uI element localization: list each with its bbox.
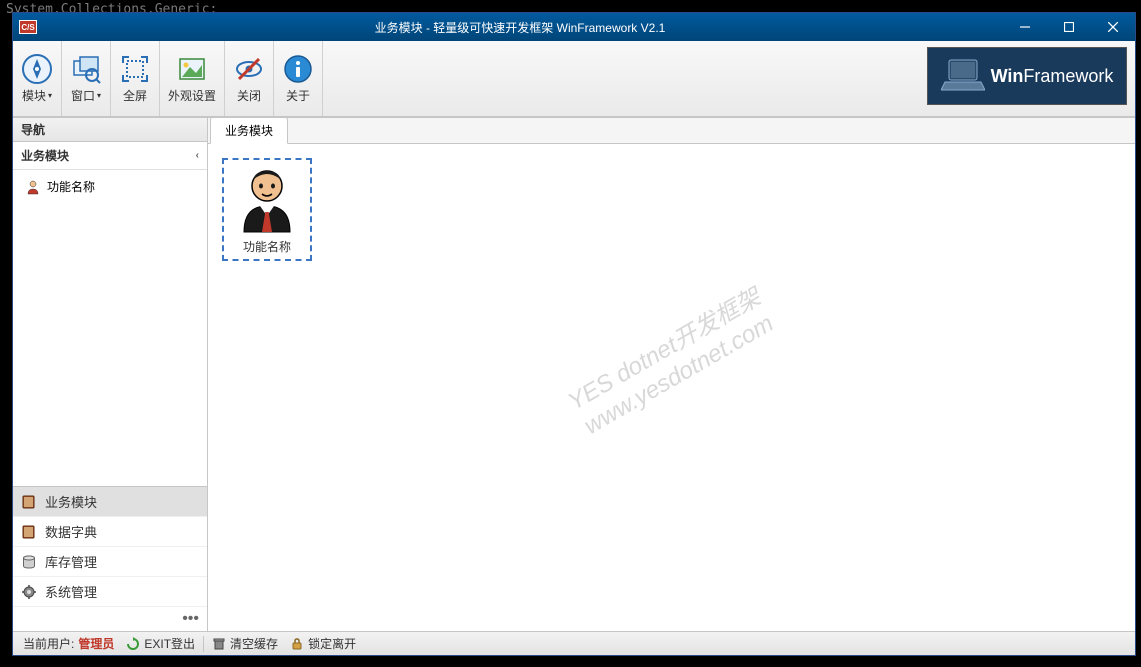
nav-section-label: 业务模块 <box>21 147 69 164</box>
app-window: C/S 业务模块 - 轻量级可快速开发框架 WinFramework V2.1 … <box>12 12 1136 656</box>
status-user-value: 管理员 <box>78 635 114 652</box>
nav-cat-business[interactable]: 业务模块 <box>13 487 207 517</box>
module-card-function[interactable]: 功能名称 <box>222 158 312 261</box>
laptop-icon <box>941 56 985 96</box>
logo-prefix: Win <box>991 66 1024 86</box>
logo-suffix: Framework <box>1023 66 1113 86</box>
chevron-down-icon: ▾ <box>97 91 101 100</box>
app-icon: C/S <box>19 20 37 34</box>
book-icon <box>21 494 37 510</box>
nav-header: 导航 <box>13 118 207 142</box>
minimize-icon <box>1020 22 1030 32</box>
nav-categories: 业务模块 数据字典 库存管理 系统管理 ••• <box>13 486 207 631</box>
tab-strip: 业务模块 <box>208 118 1135 144</box>
chevron-down-icon: ▾ <box>48 91 52 100</box>
ribbon-window-button[interactable]: 窗口▾ <box>62 41 111 116</box>
nav-section-header[interactable]: 业务模块 ‹ <box>13 142 207 170</box>
status-exit-login[interactable]: EXIT登出 <box>120 635 201 652</box>
ribbon-appearance-label: 外观设置 <box>168 87 216 104</box>
status-user-label: 当前用户: <box>23 635 74 652</box>
status-clear-cache[interactable]: 清空缓存 <box>206 635 284 652</box>
chevron-left-icon: ‹ <box>196 150 199 161</box>
picture-icon <box>176 53 208 85</box>
close-window-button[interactable] <box>1091 13 1135 41</box>
nav-cat-label: 系统管理 <box>45 582 97 601</box>
status-exit-label: EXIT登出 <box>144 635 195 652</box>
status-cache-label: 清空缓存 <box>230 635 278 652</box>
nav-cat-dictionary[interactable]: 数据字典 <box>13 517 207 547</box>
tree-item-label: 功能名称 <box>47 178 95 195</box>
ribbon-close-button[interactable]: 关闭 <box>225 41 274 116</box>
database-icon <box>21 554 37 570</box>
watermark-text: YES dotnet开发框架 www.yesdotnet.com <box>563 284 780 443</box>
info-icon <box>282 53 314 85</box>
close-icon <box>1108 22 1118 32</box>
ribbon-fullscreen-button[interactable]: 全屏 <box>111 41 160 116</box>
trash-icon <box>212 637 226 651</box>
ribbon-module-label: 模块 <box>22 87 46 104</box>
status-lock-leave[interactable]: 锁定离开 <box>284 635 362 652</box>
refresh-icon <box>126 637 140 651</box>
lock-icon <box>290 637 304 651</box>
brand-logo: WinFramework <box>927 47 1127 105</box>
person-large-icon <box>232 164 302 234</box>
ribbon-module-button[interactable]: 模块▾ <box>13 41 62 116</box>
status-current-user: 当前用户: 管理员 <box>17 635 120 652</box>
nav-cat-label: 业务模块 <box>45 492 97 511</box>
tree-item-function[interactable]: 功能名称 <box>17 174 203 199</box>
compass-icon <box>21 53 53 85</box>
windows-icon <box>70 53 102 85</box>
fullscreen-icon <box>119 53 151 85</box>
tab-business-module[interactable]: 业务模块 <box>210 117 288 144</box>
ribbon-about-label: 关于 <box>286 87 310 104</box>
nav-panel: 导航 业务模块 ‹ 功能名称 业务模块 数据字典 <box>13 118 208 631</box>
titlebar[interactable]: C/S 业务模块 - 轻量级可快速开发框架 WinFramework V2.1 <box>13 13 1135 41</box>
module-card-label: 功能名称 <box>228 238 306 255</box>
status-separator <box>203 636 204 652</box>
nav-cat-inventory[interactable]: 库存管理 <box>13 547 207 577</box>
minimize-button[interactable] <box>1003 13 1047 41</box>
main-panel: 业务模块 功能名称 <box>208 118 1135 631</box>
gear-icon <box>21 584 37 600</box>
status-lock-label: 锁定离开 <box>308 635 356 652</box>
main-content: 功能名称 YES dotnet开发框架 www.yesdotnet.com <box>208 144 1135 631</box>
window-title: 业务模块 - 轻量级可快速开发框架 WinFramework V2.1 <box>37 19 1003 36</box>
nav-tree: 功能名称 <box>13 170 207 486</box>
nav-cat-system[interactable]: 系统管理 <box>13 577 207 607</box>
dots-icon: ••• <box>182 610 199 628</box>
person-icon <box>25 179 41 195</box>
ribbon-close-label: 关闭 <box>237 87 261 104</box>
ribbon-appearance-button[interactable]: 外观设置 <box>160 41 225 116</box>
eye-off-icon <box>233 53 265 85</box>
nav-cat-label: 库存管理 <box>45 552 97 571</box>
nav-overflow-button[interactable]: ••• <box>13 607 207 631</box>
book-icon <box>21 524 37 540</box>
ribbon-about-button[interactable]: 关于 <box>274 41 323 116</box>
maximize-icon <box>1064 22 1074 32</box>
ribbon-toolbar: 模块▾ 窗口▾ 全屏 外观设置 关闭 关于 WinFramework <box>13 41 1135 117</box>
nav-cat-label: 数据字典 <box>45 522 97 541</box>
ribbon-window-label: 窗口 <box>71 87 95 104</box>
ribbon-fullscreen-label: 全屏 <box>123 87 147 104</box>
statusbar: 当前用户: 管理员 EXIT登出 清空缓存 锁定离开 <box>13 631 1135 655</box>
maximize-button[interactable] <box>1047 13 1091 41</box>
